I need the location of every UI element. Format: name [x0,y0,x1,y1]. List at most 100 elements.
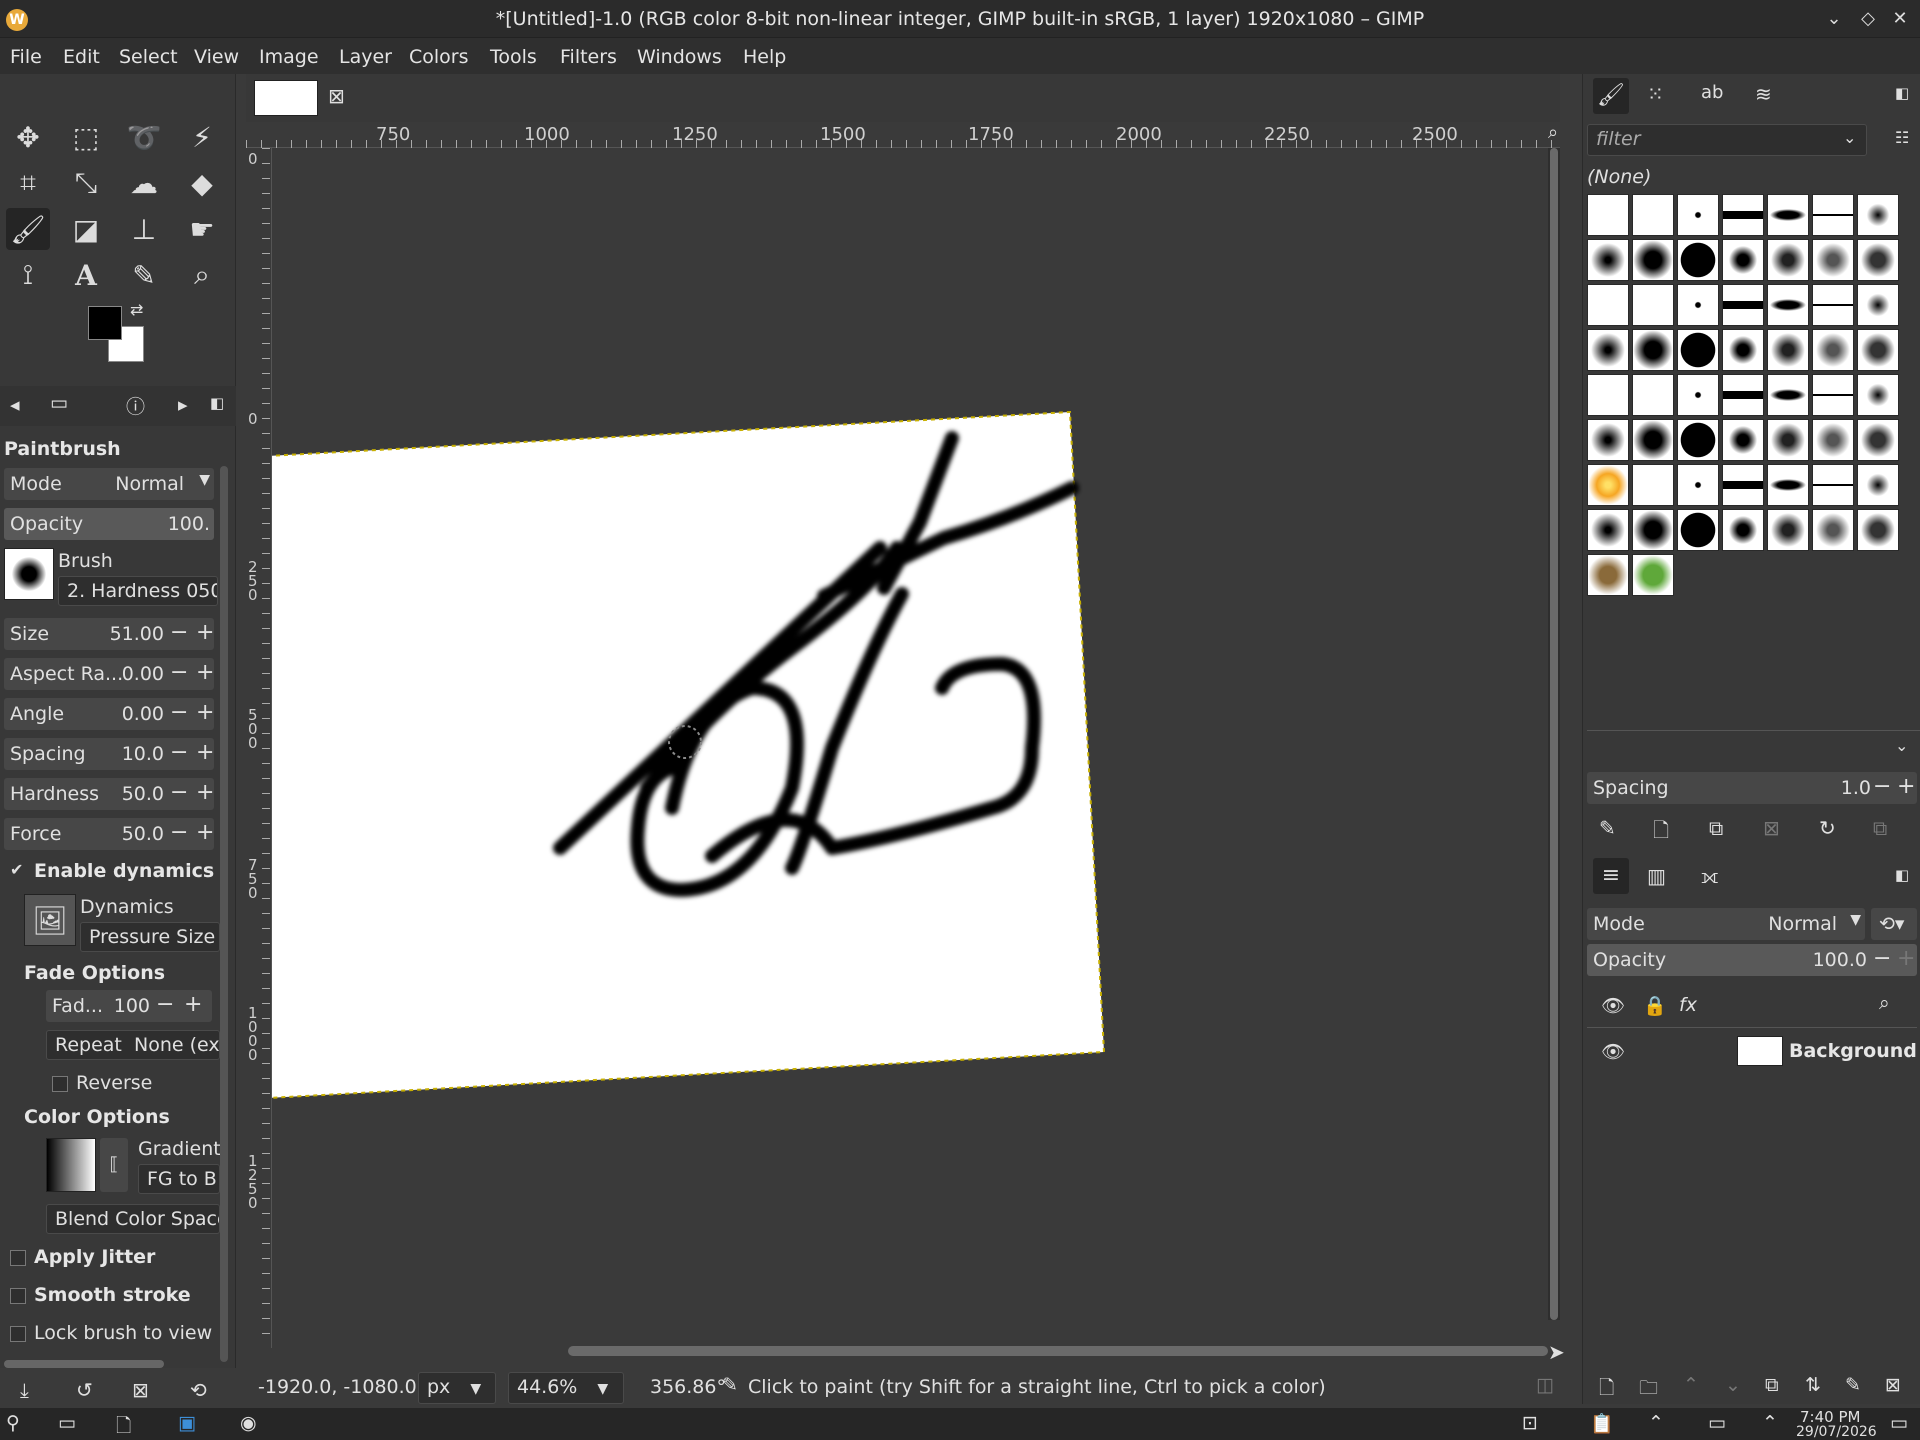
brush-thumbnail[interactable] [1632,509,1674,551]
brush-thumbnail[interactable] [1677,329,1719,371]
brush-thumbnail[interactable] [1812,329,1854,371]
close-image-icon[interactable]: ⊠ [328,84,345,108]
minus-icon[interactable]: − [170,700,188,725]
brush-thumbnail[interactable] [1722,464,1764,506]
brush-thumbnail[interactable] [1857,194,1899,236]
plus-icon[interactable]: + [196,700,214,725]
tab-right-arrow-icon[interactable]: ▸ [178,394,188,416]
clock-date[interactable]: 29/07/2026 [1796,1424,1877,1440]
color-picker-icon[interactable]: ✎ [122,254,166,296]
move-tool-icon[interactable]: ✥ [6,116,50,158]
eye-icon[interactable]: 👁 [1601,994,1625,1017]
brush-thumbnail[interactable] [1677,194,1719,236]
lock-icon[interactable]: 🔒 [1643,994,1667,1017]
fx-icon[interactable]: fx [1679,994,1697,1016]
brush-thumbnail[interactable] [1632,329,1674,371]
minus-icon[interactable]: − [170,740,188,765]
minus-icon[interactable]: − [170,820,188,845]
unit-select[interactable]: px ▼ [418,1372,496,1404]
brush-thumbnail[interactable] [1632,194,1674,236]
brush-filter-input[interactable]: filter [1587,124,1867,156]
edit-brush-icon[interactable]: ✎ [1599,816,1616,840]
search-icon[interactable]: ⌕ [1879,992,1890,1014]
brush-thumbnail[interactable] [1632,374,1674,416]
dynamics-preview-icon[interactable]: 🖼 [24,894,76,946]
opacity-slider[interactable]: Opacity 100. [4,508,214,540]
new-layer-icon[interactable]: 🗋 [1599,1374,1614,1406]
minus-icon[interactable]: − [170,620,188,645]
smudge-icon[interactable]: ☛ [180,208,224,250]
brush-preview[interactable] [4,548,54,600]
image-thumbnail[interactable] [254,80,318,116]
brush-thumbnail[interactable] [1677,464,1719,506]
enable-dynamics-checkbox[interactable]: ✔ [10,860,23,879]
battery-icon[interactable]: ▭ [1708,1412,1726,1434]
brush-thumbnail[interactable] [1812,374,1854,416]
delete-layer-icon[interactable]: ⊠ [1885,1374,1901,1396]
brush-name-field[interactable]: 2. Hardness 050 [58,576,218,606]
brush-thumbnail[interactable] [1767,509,1809,551]
mask-layer-icon[interactable]: ✎ [1845,1374,1861,1396]
brush-thumbnail[interactable] [1677,239,1719,281]
tab-paths-icon[interactable]: ⟗ [1701,864,1718,888]
tab-fonts-icon[interactable]: ab [1701,82,1723,103]
brush-thumbnail[interactable] [1812,464,1854,506]
gimp-taskbar-icon[interactable]: ◉ [240,1412,257,1434]
refresh-brushes-icon[interactable]: ↻ [1819,816,1836,840]
save-options-icon[interactable]: ⤓ [20,1378,29,1402]
swap-colors-icon[interactable]: ⇄ [130,300,143,319]
menu-layer[interactable]: Layer [339,46,392,68]
menu-select[interactable]: Select [119,46,178,68]
tab-layers-icon[interactable]: ≡ [1593,858,1629,894]
brush-thumbnail[interactable] [1587,374,1629,416]
navigate-icon[interactable]: ➤ [1548,1340,1565,1364]
brush-thumbnail[interactable] [1587,329,1629,371]
menu-view[interactable]: View [194,46,239,68]
menu-help[interactable]: Help [743,46,786,68]
brush-thumbnail[interactable] [1767,329,1809,371]
layer-composite-icon[interactable]: ⟲▾ [1871,908,1917,940]
brush-spacing-slider[interactable]: Spacing 1.0 − + [1587,772,1917,804]
display-icon[interactable]: ⊡ [1522,1412,1538,1434]
size-slider[interactable]: Size 51.00 − + [4,618,214,650]
show-desktop-icon[interactable]: ▭ [1890,1412,1908,1434]
brush-thumbnail[interactable] [1722,509,1764,551]
brush-thumbnail[interactable] [1632,464,1674,506]
chevron-down-icon[interactable]: ⌄ [1843,128,1856,147]
menu-tools[interactable]: Tools [490,46,537,68]
canvas-viewport[interactable] [272,148,1548,1338]
text-tool-icon[interactable]: A [64,254,108,296]
brush-thumbnail[interactable] [1587,419,1629,461]
rect-select-icon[interactable]: ⬚ [64,116,108,158]
duplicate-layer-icon[interactable]: ⧉ [1765,1374,1779,1396]
menu-image[interactable]: Image [259,46,319,68]
tab-patterns-icon[interactable]: ⁙ [1647,82,1664,106]
new-brush-icon[interactable]: 🗋 [1653,816,1669,850]
spacing-slider[interactable]: Spacing 10.0 − + [4,738,214,770]
tab-gradients-icon[interactable]: ≋ [1755,82,1772,106]
brush-thumbnail[interactable] [1632,284,1674,326]
restore-options-icon[interactable]: ↺ [76,1378,93,1402]
warp-icon[interactable]: ☁ [122,162,166,204]
reset-options-icon[interactable]: ⟲ [190,1378,207,1402]
tab-channels-icon[interactable]: ▥ [1647,864,1666,888]
brush-thumbnail[interactable] [1767,464,1809,506]
plus-icon[interactable]: + [196,820,214,845]
brush-thumbnail[interactable] [1677,509,1719,551]
notifications-icon[interactable]: ⌃ [1762,1412,1778,1434]
navigation-preview-icon[interactable]: ◫ [1536,1374,1554,1396]
bucket-fill-icon[interactable]: ◆ [180,162,224,204]
layer-row[interactable]: 👁 Background [1587,1032,1917,1072]
foreground-color-swatch[interactable] [88,306,122,340]
menu-file[interactable]: File [10,46,42,68]
minimize-icon[interactable]: ⌄ [1822,7,1846,31]
brush-thumbnail[interactable] [1722,374,1764,416]
brush-thumbnail[interactable] [1722,239,1764,281]
lower-layer-icon[interactable]: ⌄ [1725,1374,1741,1396]
chevron-down-icon[interactable]: ⌄ [1895,736,1908,755]
zoom-icon[interactable]: ⌕ [180,254,224,296]
brush-thumbnail[interactable] [1677,374,1719,416]
apply-jitter-checkbox[interactable] [10,1250,26,1266]
horizontal-scrollbar[interactable] [4,1360,164,1368]
maximize-icon[interactable]: ◇ [1856,7,1880,31]
